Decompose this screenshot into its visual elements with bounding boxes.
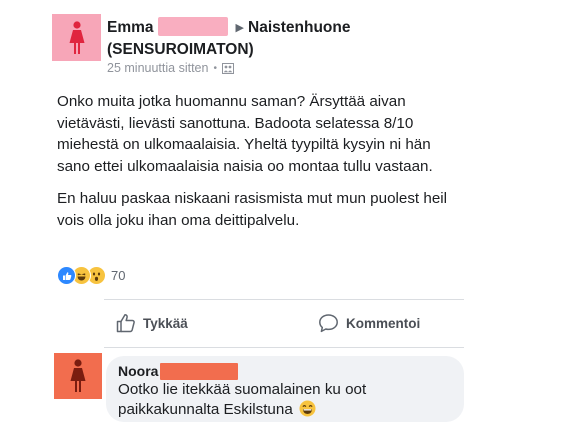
- feed-post: Emma ▶ Naistenhuone (SENSUROIMATON) 25 min…: [0, 0, 588, 425]
- comment-author-name[interactable]: Noora: [118, 363, 158, 379]
- comment-bubble: Noora Ootko lie itekkää suomalainen ku o…: [106, 356, 464, 422]
- female-figure-icon: [69, 20, 84, 54]
- group-audience-icon[interactable]: [221, 62, 234, 74]
- post-body: Onko muita jotka huomannu saman? Ärsyttä…: [57, 91, 457, 242]
- post-timestamp[interactable]: 25 minuuttia sitten: [107, 61, 208, 75]
- post-header: Emma ▶ Naistenhuone (SENSUROIMATON): [107, 17, 407, 60]
- comment-button[interactable]: Kommentoi: [318, 313, 420, 333]
- comment-author-avatar[interactable]: [54, 353, 102, 399]
- post-meta: 25 minuuttia sitten •: [107, 61, 234, 75]
- like-reaction-icon: [57, 266, 76, 285]
- comment-button-label: Kommentoi: [346, 315, 421, 331]
- post-author-avatar[interactable]: [52, 14, 101, 61]
- reaction-count: 70: [111, 268, 126, 283]
- female-figure-icon: [70, 359, 86, 392]
- post-paragraph-1: Onko muita jotka huomannu saman? Ärsyttä…: [57, 93, 433, 175]
- post-paragraph-2: En haluu paskaa niskaani rasismista mut …: [57, 190, 448, 229]
- comment-text: Ootko lie itekkää suomalainen ku oot pai…: [118, 381, 367, 418]
- post-author-name[interactable]: Emma: [107, 19, 154, 36]
- divider-top: [104, 299, 464, 300]
- like-button[interactable]: Tykkää: [116, 313, 188, 333]
- separator-dot: •: [213, 62, 217, 74]
- group-name[interactable]: Naistenhuone: [248, 19, 350, 36]
- thumbs-up-outline-icon: [116, 314, 135, 333]
- redacted-surname: [160, 362, 239, 380]
- redacted-surname: [157, 17, 228, 37]
- divider-bottom: [104, 347, 464, 348]
- group-suffix[interactable]: (SENSUROIMATON): [107, 41, 254, 58]
- speech-bubble-outline-icon: [319, 314, 338, 333]
- grinning-face-icon: [299, 400, 316, 416]
- triangle-right-icon: ▶: [235, 22, 244, 34]
- reactions-summary[interactable]: 70: [57, 266, 125, 285]
- like-button-label: Tykkää: [143, 315, 188, 331]
